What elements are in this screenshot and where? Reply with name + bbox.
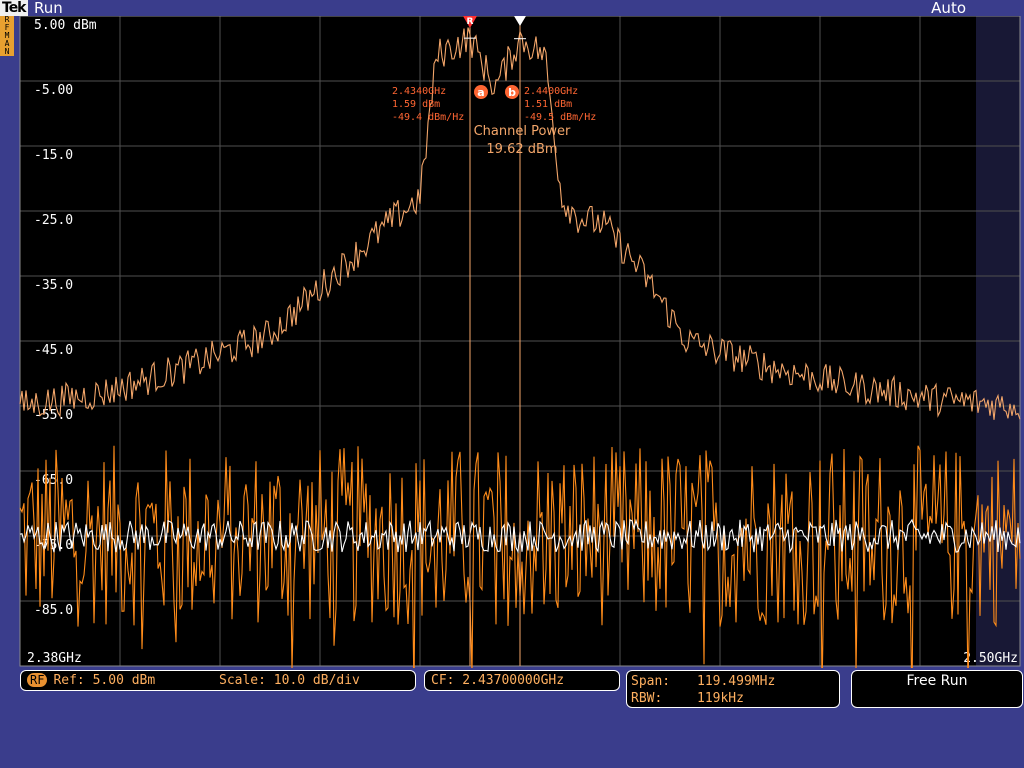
y-axis-label: -5.00 — [34, 83, 73, 98]
rbw-value: 119kHz — [697, 691, 744, 706]
marker-density: -49.5 dBm/Hz — [524, 112, 596, 123]
marker-frequency: 2.4400GHz — [524, 86, 578, 97]
y-axis-label: -35.0 — [34, 278, 73, 293]
span-value: 119.499MHz — [697, 674, 776, 689]
trigger-mode-text: Free Run — [906, 673, 968, 689]
run-state-label: Run — [34, 0, 63, 17]
marker-badge-letter: a — [477, 86, 484, 99]
trigger-panel[interactable]: Free Run — [851, 670, 1023, 708]
y-axis-label: -15.0 — [34, 148, 73, 163]
reference-panel[interactable]: RF Ref: 5.00 dBm Scale: 10.0 dB/div — [20, 670, 416, 691]
center-frequency-panel[interactable]: CF: 2.43700000GHz — [424, 670, 620, 691]
y-axis-label: -25.0 — [34, 213, 73, 228]
span-rbw-panel[interactable]: Span: 119.499MHz RBW: 119kHz — [626, 670, 840, 708]
y-axis-label: 5.00 dBm — [34, 18, 97, 33]
marker-frequency: 2.4340GHz — [392, 86, 446, 97]
marker-power: 1.51 dBm — [524, 99, 572, 110]
top-status-bar: Tek Run Auto — [0, 0, 1024, 17]
brand-logo: Tek — [0, 0, 28, 16]
marker-density: -49.4 dBm/Hz — [392, 112, 464, 123]
span-label: Span: — [631, 674, 671, 689]
rf-badge: RF — [27, 673, 48, 687]
center-frequency-text: CF: 2.43700000GHz — [431, 673, 565, 688]
marker-badge-letter: b — [508, 86, 516, 99]
rbw-label: RBW: — [631, 691, 663, 706]
spectrum-display[interactable]: 5.00 dBm-5.00-15.0-25.0-35.0-45.0-55.0-6… — [0, 16, 1024, 668]
channel-power-label: Channel Power — [474, 124, 571, 139]
x-axis-end-label: 2.50GHz — [963, 651, 1018, 666]
ref-level-text: Ref: 5.00 dBm — [53, 673, 156, 688]
reference-marker-flag: R — [467, 17, 474, 27]
marker-power: 1.59 dBm — [392, 99, 440, 110]
x-axis-start-label: 2.38GHz — [27, 651, 82, 666]
y-axis-label: -45.0 — [34, 343, 73, 358]
y-axis-label: -65.0 — [34, 473, 73, 488]
scale-text: Scale: 10.0 dB/div — [219, 673, 360, 688]
channel-power-value: 19.62 dBm — [486, 142, 557, 157]
acquisition-mode-label: Auto — [931, 0, 966, 17]
